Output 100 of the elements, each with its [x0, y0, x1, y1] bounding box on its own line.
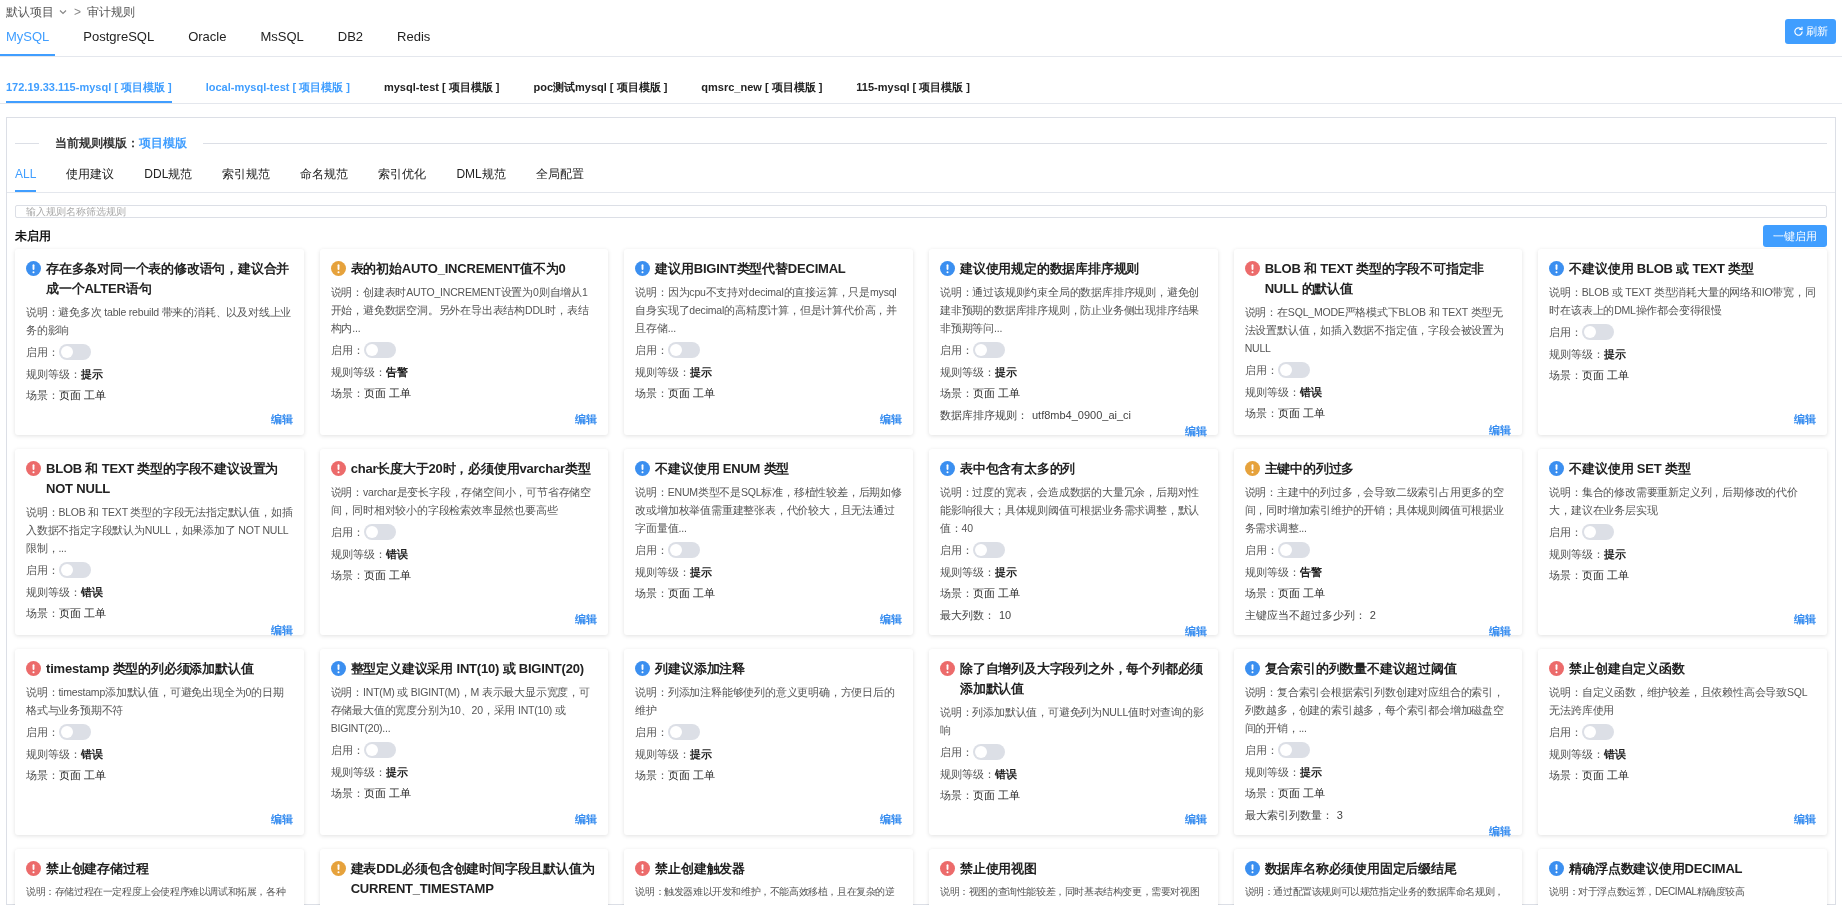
edit-link[interactable]: 编辑: [270, 621, 293, 638]
level-value: 告警: [1299, 564, 1322, 580]
edit-link[interactable]: 编辑: [1794, 410, 1816, 427]
edit-link[interactable]: 编辑: [1184, 423, 1207, 440]
enable-label: 启用：: [26, 725, 59, 740]
edit-link[interactable]: 编辑: [270, 410, 293, 427]
scene-value: 页面 工单: [59, 768, 107, 783]
edit-link[interactable]: 编辑: [1794, 610, 1816, 627]
rule-title: 禁止创建自定义函数: [1569, 660, 1685, 678]
rule-title: 不建议使用 ENUM 类型: [655, 460, 790, 478]
instance-tab[interactable]: 172.19.33.115-mysql [ 项目模版 ]: [6, 78, 172, 103]
edit-link[interactable]: 编辑: [270, 810, 293, 827]
rule-title: 除了自增列及大字段列之外，每个列都必须添加默认值: [960, 660, 1205, 698]
edit-link[interactable]: 编辑: [1794, 810, 1816, 827]
edit-link[interactable]: 编辑: [880, 410, 902, 427]
edit-link[interactable]: 编辑: [1184, 623, 1207, 640]
level-label: 规则等级：: [1549, 746, 1605, 762]
level-label: 规则等级：: [635, 746, 691, 762]
scene-label: 场景：: [26, 606, 59, 621]
rule-description: 说明：复合索引会根据索引列数创建对应组合的索引，列数越多，创建的索引越多，每个索引都会增加磁盘空间的开销，...: [1244, 685, 1505, 736]
scene-label: 场景：: [635, 386, 669, 401]
edit-link[interactable]: 编辑: [575, 410, 598, 427]
database-tab[interactable]: DB2: [331, 21, 370, 56]
category-tab[interactable]: 索引规范: [222, 165, 271, 192]
category-tab[interactable]: 索引优化: [378, 165, 427, 192]
level-label: 规则等级：: [940, 564, 995, 580]
rule-description: 说明：ENUM类型不是SQL标准，移植性较差，后期如修改或增加枚举值需重建整张表，代价较大，且无法通过字面量值...: [635, 485, 902, 536]
rule-description: 说明：自定义函数，维护较差，且依赖性高会导致SQL无法跨库使用: [1549, 685, 1809, 718]
rule-title: BLOB 和 TEXT 类型的字段不可指定非 NULL 的默认值: [1264, 260, 1486, 298]
scene-label: 场景：: [26, 768, 59, 783]
database-tab[interactable]: MsSQL: [254, 21, 310, 56]
scene-value: 页面 工单: [363, 386, 411, 401]
instance-tab[interactable]: mysql-test [ 项目模版 ]: [383, 78, 500, 103]
database-tab[interactable]: Redis: [391, 21, 437, 56]
level-label: 规则等级：: [1244, 564, 1300, 580]
rule-description: 说明：主建中的列过多，会导致二级索引占用更多的空间，同时增加索引维护的开销；具体规则阈值可根据业务需求调整...: [1244, 485, 1505, 536]
setting-label: 最大索引列数量：: [1244, 807, 1333, 823]
rule-description: 说明：触发器难以开发和维护，不能高效移植，且在复杂的逆: [635, 885, 896, 899]
level-value: 提示: [690, 564, 713, 580]
edit-link[interactable]: 编辑: [575, 810, 598, 827]
level-value: 错误: [81, 746, 103, 762]
category-tab[interactable]: DDL规范: [144, 165, 193, 192]
instance-tab[interactable]: local-mysql-test [ 项目模版 ]: [205, 78, 350, 103]
setting-value: 3: [1336, 807, 1343, 823]
scene-label: 场景：: [1549, 368, 1583, 383]
enable-all-button[interactable]: 一键启用: [1763, 225, 1827, 247]
scene-value: 页面 工单: [668, 386, 716, 401]
instance-tab[interactable]: poc测试mysql [ 项目模版 ]: [533, 78, 668, 103]
rule-title: 精确浮点数建议使用DECIMAL: [1569, 860, 1743, 878]
rule-title: 存在多条对同一个表的修改语句，建议合并成一个ALTER语句: [46, 260, 291, 298]
edit-link[interactable]: 编辑: [1489, 623, 1512, 640]
project-selector[interactable]: 默认项目: [6, 3, 54, 21]
database-tab[interactable]: PostgreSQL: [77, 21, 161, 56]
level-label: 规则等级：: [635, 364, 691, 380]
category-tab[interactable]: 全局配置: [535, 165, 584, 192]
scene-value: 页面 工单: [1277, 406, 1325, 421]
database-tab[interactable]: Oracle: [182, 21, 233, 56]
category-tab[interactable]: 使用建议: [66, 165, 115, 192]
rule-description: 说明：INT(M) 或 BIGINT(M)，M 表示最大显示宽度，可存储最大值的宽度分别为10、20，采用 INT(10) 或 BIGINT(20)...: [330, 685, 591, 736]
scene-label: 场景：: [1244, 786, 1278, 801]
category-tab[interactable]: DML规范: [456, 165, 506, 192]
category-tab[interactable]: ALL: [15, 165, 37, 192]
rule-description: 说明：因为cpu不支持对decimal的直接运算，只是mysql自身实现了decimal的高精度计算，但是计算代价高，并且存储...: [635, 285, 898, 336]
scene-value: 页面 工单: [1277, 586, 1325, 601]
rule-description: 说明：在SQL_MODE严格模式下BLOB 和 TEXT 类型无法设置默认值，如插入数据不指定值，字段会被设置为NULL: [1244, 305, 1505, 356]
instance-tab[interactable]: 115-mysql [ 项目模版 ]: [856, 78, 971, 103]
setting-label: 最大列数：: [940, 607, 995, 623]
enable-label: 启用：: [330, 343, 364, 358]
setting-label: 主键应当不超过多少列：: [1244, 607, 1366, 623]
enable-label: 启用：: [940, 745, 973, 760]
edit-link[interactable]: 编辑: [1184, 810, 1207, 827]
rule-title: 表中包含有太多的列: [960, 460, 1076, 478]
scene-label: 场景：: [940, 386, 973, 401]
database-tab[interactable]: MySQL: [0, 21, 56, 56]
rule-title: 不建议使用 SET 类型: [1569, 460, 1691, 478]
refresh-button[interactable]: 刷新: [1785, 19, 1836, 44]
level-label: 规则等级：: [1244, 764, 1300, 780]
scene-value: 页面 工单: [363, 786, 411, 801]
scene-value: 页面 工单: [973, 386, 1021, 401]
level-label: 规则等级：: [635, 564, 691, 580]
rule-title: 整型定义建议采用 INT(10) 或 BIGINT(20): [350, 660, 584, 678]
level-label: 规则等级：: [26, 366, 81, 382]
category-tab[interactable]: 命名规范: [300, 165, 349, 192]
section-title: 未启用: [15, 228, 51, 245]
edit-link[interactable]: 编辑: [880, 610, 902, 627]
rule-description: 说明：对于浮点数运算，DECIMAL精确度较高: [1549, 885, 1746, 899]
edit-link[interactable]: 编辑: [575, 610, 598, 627]
rule-description: 说明：varchar是变长字段，存储空间小，可节省存储空间，同时相对较小的字段检索效率显然也要高些: [330, 485, 593, 518]
level-label: 规则等级：: [330, 764, 386, 780]
rule-title: 表的初始AUTO_INCREMENT值不为0: [350, 260, 566, 278]
rule-filter-field[interactable]: 输入规则名称筛选规则: [15, 205, 1827, 218]
level-value: 提示: [1299, 764, 1322, 780]
edit-link[interactable]: 编辑: [1489, 421, 1512, 438]
scene-label: 场景：: [1244, 406, 1278, 421]
level-value: 错误: [81, 584, 103, 600]
edit-link[interactable]: 编辑: [880, 810, 902, 827]
setting-value: 10: [999, 607, 1012, 623]
rule-description: 说明：通过该规则约束全局的数据库排序规则，避免创建非预期的数据库排序规则，防止业务侧出现排序结果非预期等问...: [940, 285, 1201, 336]
edit-link[interactable]: 编辑: [1489, 823, 1512, 840]
instance-tab[interactable]: qmsrc_new [ 项目模版 ]: [701, 78, 823, 103]
